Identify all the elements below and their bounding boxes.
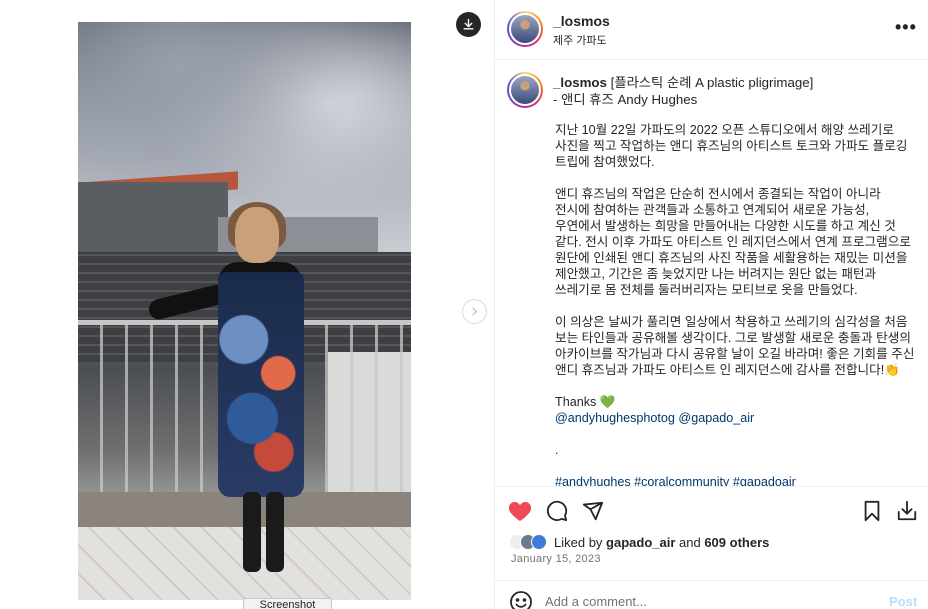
more-options-button[interactable]: ••• [895, 17, 917, 38]
bookmark-icon [864, 500, 880, 522]
caption-dot: . [555, 443, 559, 457]
heart-icon [508, 502, 532, 521]
comment-icon [546, 500, 568, 522]
post-photo[interactable] [78, 22, 411, 600]
chevron-right-icon [472, 307, 478, 316]
liked-by-prefix: Liked by [554, 534, 607, 550]
download-icon [463, 18, 474, 30]
save-download-button[interactable] [894, 498, 920, 524]
avatar [531, 534, 547, 550]
caption-mentions[interactable]: @andyhughesphotog @gapado_air [555, 410, 915, 426]
caption-paragraph: 지난 10월 22일 가파도의 2022 오픈 스튜디오에서 해양 쓰레기로 사… [555, 123, 908, 169]
photo-person-head [235, 207, 279, 263]
liked-by-and: and [675, 534, 705, 550]
download-button[interactable] [456, 12, 481, 37]
screenshot-tab[interactable]: Screenshot [243, 598, 332, 609]
photo-person-dress [218, 272, 304, 497]
save-download-icon [897, 500, 917, 521]
likes-text[interactable]: Liked by gapado_air and 609 others [554, 535, 769, 550]
share-button[interactable] [580, 498, 606, 524]
post-date[interactable]: January 15, 2023 [511, 553, 601, 565]
action-bar [495, 486, 928, 532]
caption-username[interactable]: _losmos [553, 75, 607, 90]
post-header: _losmos 제주 가파도 ••• [495, 0, 928, 60]
caption-avatar[interactable] [507, 72, 543, 108]
avatar[interactable] [507, 11, 543, 47]
likes-row: Liked by gapado_air and 609 others [509, 533, 769, 551]
caption-thanks: Thanks 💚 [555, 395, 616, 409]
likes-count[interactable]: 609 others [704, 535, 769, 550]
post-username[interactable]: _losmos [553, 13, 610, 29]
comment-bar: Post [495, 580, 928, 609]
caption-hashtags[interactable]: #andyhughes #coralcommunity #gapadoair [555, 474, 915, 486]
bookmark-button[interactable] [859, 498, 885, 524]
post-location[interactable]: 제주 가파도 [553, 32, 607, 48]
caption-paragraph: 앤디 휴즈님의 작업은 단순히 전시에서 종결되는 작업이 아니라 전시에 참여… [555, 187, 911, 297]
photo-person-leg [266, 492, 284, 572]
media-pane: Screenshot [0, 0, 494, 609]
share-icon [582, 501, 604, 521]
caption-body: 지난 10월 22일 가파도의 2022 오픈 스튜디오에서 해양 쓰레기로 사… [555, 122, 915, 486]
caption-title-line2: - 앤디 휴즈 Andy Hughes [553, 92, 698, 107]
post-comment-button[interactable]: Post [889, 594, 917, 609]
next-photo-button[interactable] [462, 299, 487, 324]
like-button[interactable] [507, 498, 533, 524]
comment-input[interactable] [545, 591, 865, 609]
caption-title-text: [플라스틱 순례 A plastic pligrimage] [606, 75, 814, 90]
comment-button[interactable] [544, 498, 570, 524]
caption-area[interactable]: _losmos [플라스틱 순례 A plastic pligrimage] -… [495, 61, 928, 486]
post-side-panel: _losmos 제주 가파도 ••• _losmos [플라스틱 순례 A pl… [494, 0, 928, 609]
caption-title: _losmos [플라스틱 순례 A plastic pligrimage] -… [553, 74, 913, 108]
liked-by-user[interactable]: gapado_air [606, 535, 675, 550]
more-icon: ••• [895, 17, 917, 37]
photo-person-leg [243, 492, 261, 572]
emoji-icon[interactable] [509, 590, 533, 609]
caption-paragraph: 이 의상은 날씨가 풀리면 일상에서 착용하고 쓰레기의 심각성을 처음 보는 … [555, 315, 915, 377]
